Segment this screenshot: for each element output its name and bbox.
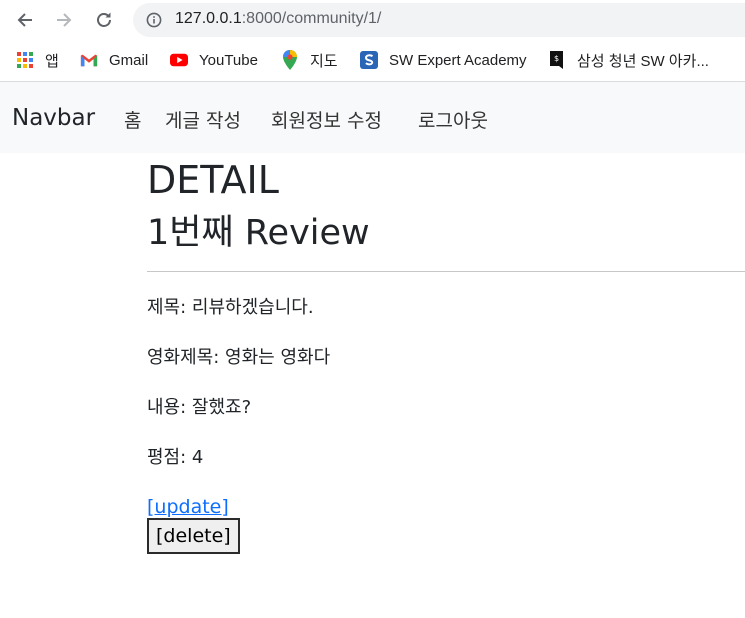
field-value: 리뷰하겠습니다. <box>191 297 314 318</box>
field-label: 영화제목: <box>147 347 220 368</box>
back-button[interactable] <box>9 4 41 36</box>
detail-container: DETAIL 1번째 Review 제목: 리뷰하겠습니다. 영화제목: 영화는… <box>147 155 745 554</box>
bookmark-label: Gmail <box>109 51 149 69</box>
gmail-icon <box>80 51 98 69</box>
field-label: 평점: <box>147 447 187 468</box>
review-title: 1번째 Review <box>147 213 370 253</box>
arrow-left-icon <box>17 13 32 27</box>
url-path: :8000/community/1/ <box>241 10 382 27</box>
field-title: 제목: 리뷰하겠습니다. <box>147 295 745 321</box>
field-movie-title: 영화제목: 영화는 영화다 <box>147 345 745 371</box>
youtube-icon <box>170 51 188 69</box>
nav-link-edit-profile[interactable]: 회원정보 수정 <box>271 106 382 133</box>
arrow-right-icon <box>57 13 72 27</box>
reload-icon <box>97 12 111 27</box>
reload-button[interactable] <box>88 4 120 36</box>
page-title: DETAIL <box>147 158 279 202</box>
forward-button[interactable] <box>48 4 80 36</box>
url-host: 127.0.0.1 <box>175 10 242 27</box>
navbar-brand[interactable]: Navbar <box>12 105 95 131</box>
address-bar[interactable]: 127.0.0.1:8000/community/1/ <box>133 3 745 37</box>
update-link[interactable]: [update] <box>147 496 229 518</box>
url-text[interactable]: 127.0.0.1:8000/community/1/ <box>175 10 381 28</box>
divider <box>147 271 745 272</box>
nav-link-write-post[interactable]: 게글 작성 <box>165 106 241 133</box>
field-content: 내용: 잘했죠? <box>147 395 745 421</box>
delete-button[interactable]: [delete] <box>147 518 240 554</box>
maps-pin-icon <box>281 50 299 70</box>
site-navbar: Navbar 홈 게글 작성 회원정보 수정 로그아웃 <box>0 82 745 153</box>
swea-icon <box>360 51 378 69</box>
field-value: 영화는 영화다 <box>225 347 331 368</box>
field-value: 4 <box>191 447 204 468</box>
bookmark-label: 지도 <box>310 52 338 70</box>
bookmark-youtube[interactable]: YouTube <box>170 50 258 70</box>
browser-toolbar: 127.0.0.1:8000/community/1/ <box>0 0 745 40</box>
bookmark-gmail[interactable]: Gmail <box>80 50 148 70</box>
nav-link-home[interactable]: 홈 <box>124 106 141 133</box>
info-icon[interactable] <box>146 12 162 28</box>
bookmark-ssafy[interactable]: $ 삼성 청년 SW 아카... <box>548 50 709 70</box>
bookmarks-bar: 앱 Gmail YouTube 지도 SW Expert Academy $ 삼… <box>0 40 745 82</box>
bookmark-swea[interactable]: SW Expert Academy <box>360 50 527 70</box>
apps-grid-icon <box>16 51 34 69</box>
bookmark-label: YouTube <box>199 51 258 69</box>
bookmark-apps[interactable]: 앱 <box>16 50 59 70</box>
bookmark-label: 삼성 청년 SW 아카... <box>577 52 709 70</box>
nav-link-logout[interactable]: 로그아웃 <box>418 106 488 133</box>
field-label: 내용: <box>147 397 187 418</box>
field-rank: 평점: 4 <box>147 445 745 471</box>
bookmark-label: 앱 <box>45 52 59 70</box>
bookmark-maps[interactable]: 지도 <box>281 50 338 70</box>
ssafy-icon: $ <box>548 51 566 69</box>
svg-text:$: $ <box>554 54 559 63</box>
bookmark-label: SW Expert Academy <box>389 51 527 69</box>
field-value: 잘했죠? <box>191 397 252 418</box>
field-label: 제목: <box>147 297 187 318</box>
